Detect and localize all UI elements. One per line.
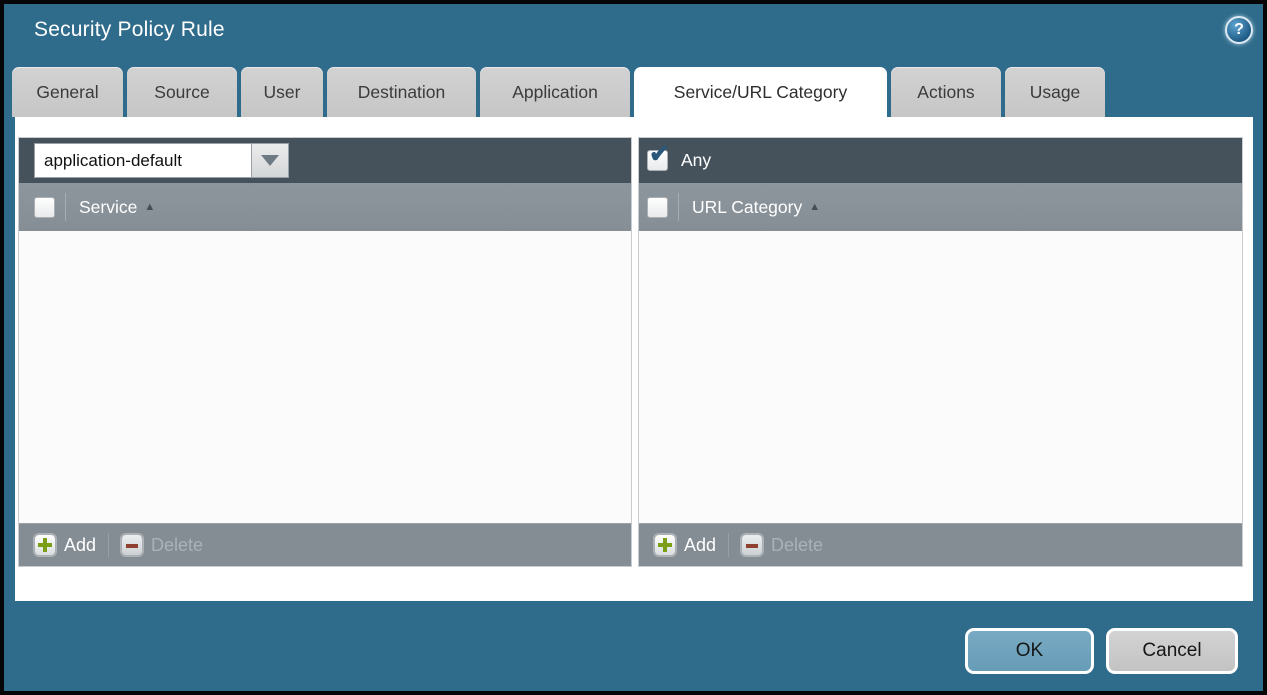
checkmark-icon: ✔: [649, 142, 670, 167]
minus-icon: [121, 534, 143, 556]
minus-icon: [741, 534, 763, 556]
service-panel: application-default Service ▲ Add Delete: [18, 137, 632, 567]
service-panel-header: application-default: [19, 138, 631, 183]
service-column-label: Service: [79, 197, 137, 218]
add-button-label: Add: [684, 535, 716, 556]
tab-source[interactable]: Source: [127, 67, 237, 117]
delete-button-label: Delete: [151, 535, 203, 556]
url-category-panel: ✔ Any URL Category ▲ Add Delete: [638, 137, 1243, 567]
any-checkbox[interactable]: ✔: [647, 150, 668, 171]
plus-icon: [654, 534, 676, 556]
service-panel-footer: Add Delete: [19, 523, 631, 566]
add-button-label: Add: [64, 535, 96, 556]
service-add-button[interactable]: Add: [34, 534, 96, 556]
tab-content-area: application-default Service ▲ Add Delete: [15, 117, 1253, 601]
dialog-title: Security Policy Rule: [34, 18, 225, 42]
plus-icon: [34, 534, 56, 556]
url-category-select-all-checkbox[interactable]: [647, 197, 668, 218]
tab-general[interactable]: General: [12, 67, 123, 117]
footer-separator: [108, 533, 109, 556]
url-category-add-button[interactable]: Add: [654, 534, 716, 556]
cancel-button[interactable]: Cancel: [1106, 628, 1238, 674]
tab-application[interactable]: Application: [480, 67, 630, 117]
sort-asc-icon: ▲: [809, 201, 820, 213]
url-category-panel-header: ✔ Any: [639, 138, 1242, 183]
sort-asc-icon: ▲: [144, 201, 155, 213]
tab-service-url-category[interactable]: Service/URL Category: [634, 67, 887, 117]
ok-button[interactable]: OK: [965, 628, 1094, 674]
service-type-dropdown-button[interactable]: [252, 143, 289, 178]
column-separator: [65, 193, 66, 222]
url-category-panel-footer: Add Delete: [639, 523, 1242, 566]
delete-button-label: Delete: [771, 535, 823, 556]
url-category-column-header[interactable]: URL Category ▲: [639, 183, 1242, 231]
tab-destination[interactable]: Destination: [327, 67, 476, 117]
tab-user[interactable]: User: [241, 67, 323, 117]
chevron-down-icon: [261, 155, 279, 166]
footer-separator: [728, 533, 729, 556]
help-icon[interactable]: ?: [1225, 16, 1253, 44]
service-type-dropdown-value[interactable]: application-default: [34, 143, 252, 178]
service-column-header[interactable]: Service ▲: [19, 183, 631, 231]
any-label: Any: [681, 150, 711, 171]
service-list: [19, 231, 631, 523]
url-category-column-label: URL Category: [692, 197, 802, 218]
url-category-delete-button[interactable]: Delete: [741, 534, 823, 556]
service-type-dropdown[interactable]: application-default: [34, 143, 289, 178]
column-separator: [678, 193, 679, 222]
url-category-list: [639, 231, 1242, 523]
tab-bar: General Source User Destination Applicat…: [12, 67, 1105, 117]
tab-usage[interactable]: Usage: [1005, 67, 1105, 117]
tab-actions[interactable]: Actions: [891, 67, 1001, 117]
service-delete-button[interactable]: Delete: [121, 534, 203, 556]
service-select-all-checkbox[interactable]: [34, 197, 55, 218]
